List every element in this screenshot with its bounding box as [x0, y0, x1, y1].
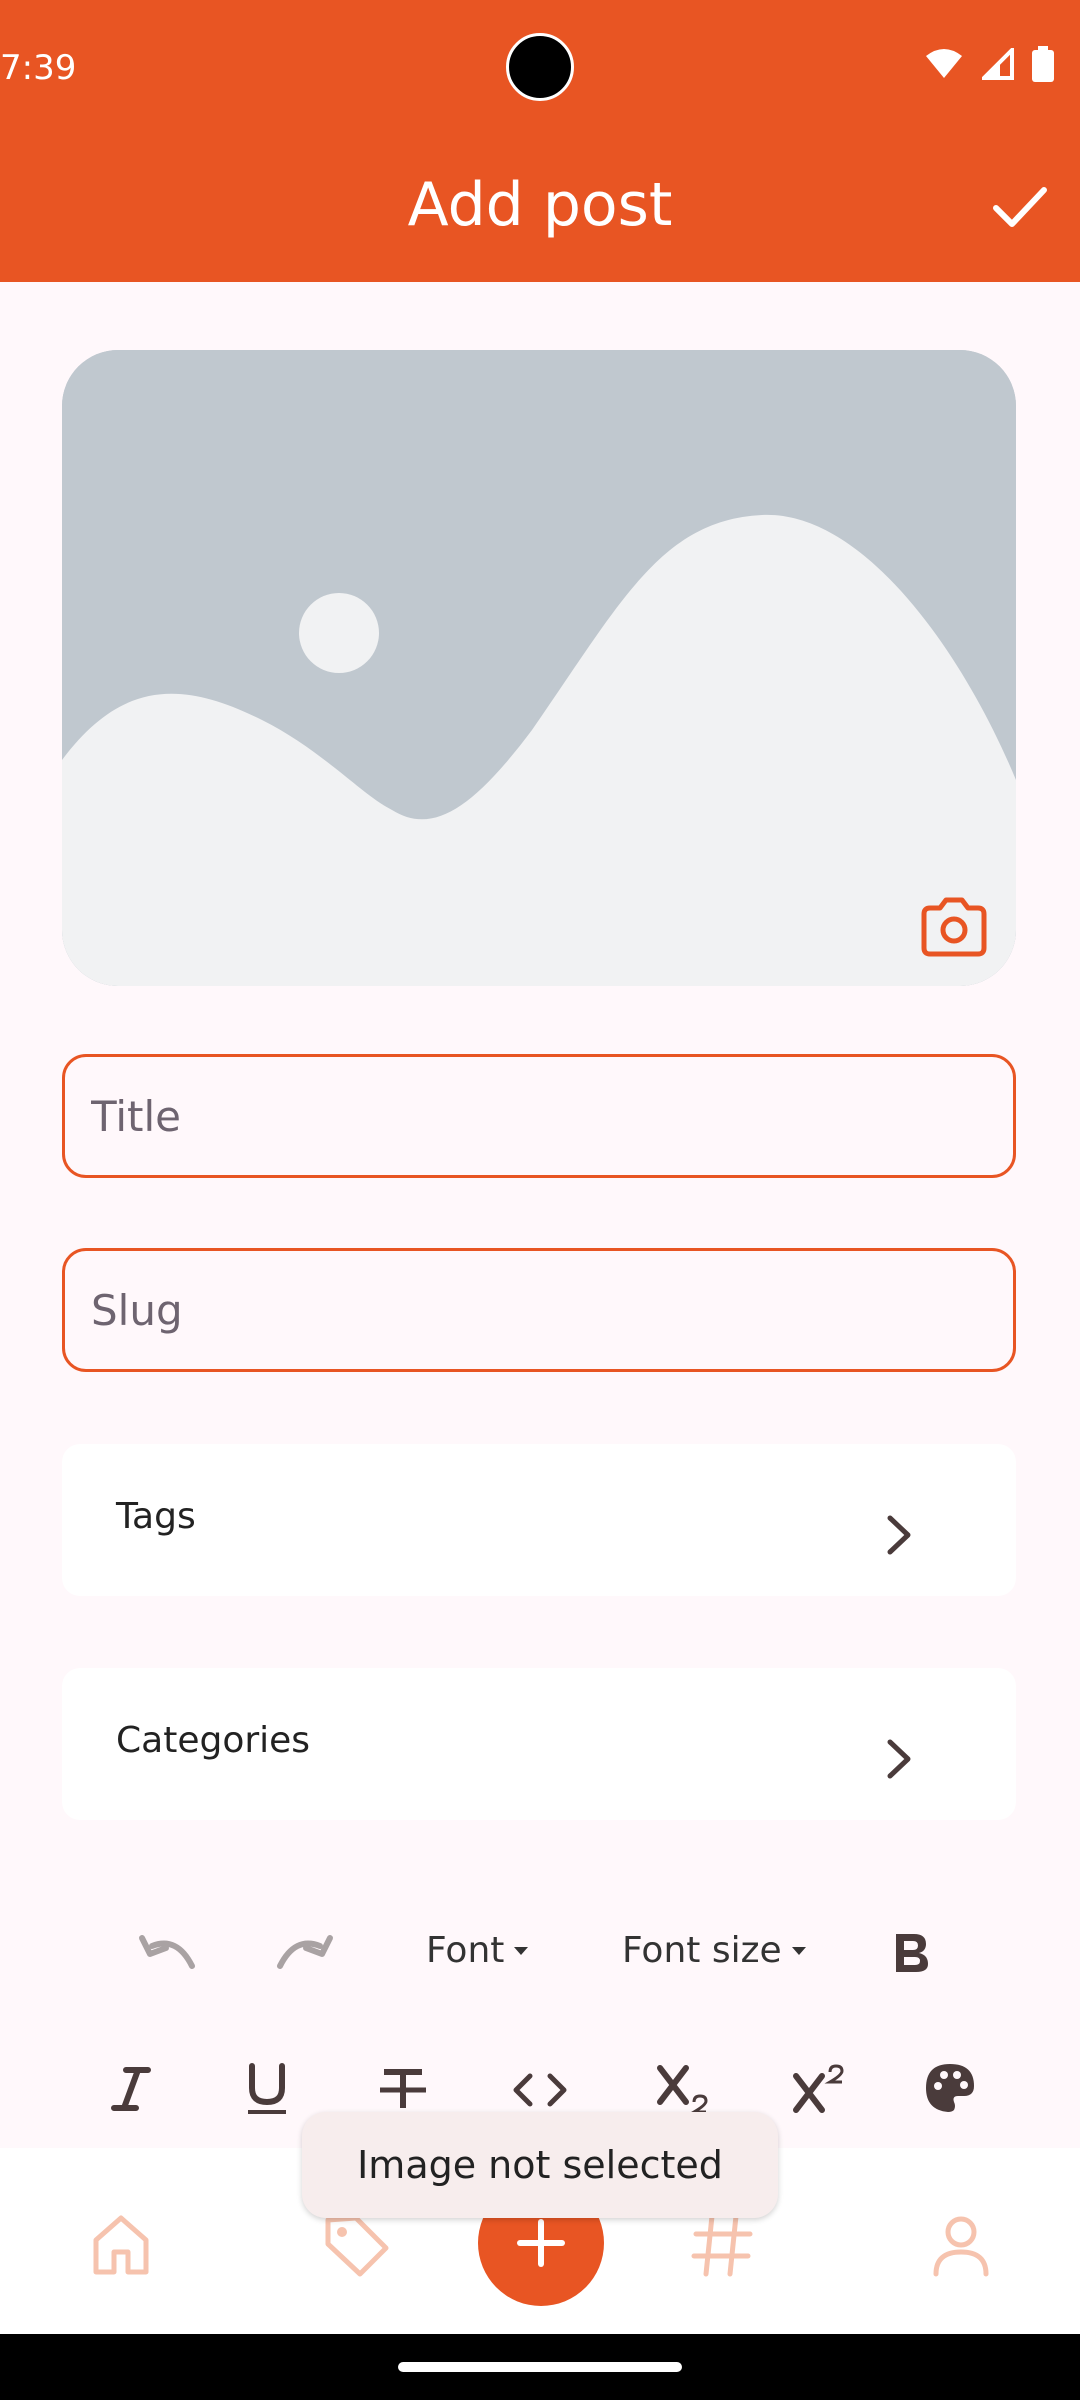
front-camera-cutout	[506, 33, 574, 101]
chevron-right-icon	[887, 1515, 911, 1555]
status-icons	[924, 46, 1054, 82]
bold-icon[interactable]	[888, 1928, 934, 1978]
categories-selector[interactable]: Categories	[62, 1668, 1016, 1820]
signal-icon	[982, 48, 1014, 80]
image-placeholder[interactable]	[62, 350, 1016, 986]
status-time: 7:39	[0, 48, 77, 88]
battery-icon	[1032, 46, 1054, 82]
palette-icon[interactable]	[924, 2062, 976, 2114]
tags-selector[interactable]: Tags	[62, 1444, 1016, 1596]
redo-icon[interactable]	[270, 1928, 340, 1978]
subscript-icon[interactable]	[656, 2062, 710, 2116]
caret-down-icon	[514, 1946, 529, 1955]
page-title: Add post	[407, 170, 673, 240]
tag-icon[interactable]	[322, 2210, 392, 2280]
font-size-dropdown-label: Font size	[622, 1930, 782, 1971]
home-icon[interactable]	[86, 2210, 156, 2280]
font-size-dropdown[interactable]: Font size	[622, 1930, 806, 1971]
tags-label: Tags	[116, 1496, 196, 1537]
categories-label: Categories	[116, 1720, 311, 1761]
code-icon[interactable]	[512, 2068, 568, 2112]
slug-input[interactable]	[65, 1251, 1013, 1369]
person-icon[interactable]	[926, 2210, 996, 2280]
title-input[interactable]	[65, 1057, 1013, 1175]
check-icon[interactable]	[984, 170, 1056, 242]
image-placeholder-illustration	[62, 350, 1016, 986]
snackbar: Image not selected	[302, 2112, 778, 2218]
italic-icon[interactable]	[108, 2064, 154, 2114]
strikethrough-icon[interactable]	[378, 2064, 428, 2114]
undo-icon[interactable]	[132, 1928, 202, 1978]
chevron-right-icon	[887, 1739, 911, 1779]
font-dropdown-label: Font	[426, 1930, 505, 1971]
hashtag-icon[interactable]	[688, 2210, 758, 2280]
title-field[interactable]	[62, 1054, 1016, 1178]
snackbar-message: Image not selected	[357, 2143, 723, 2187]
wifi-icon	[926, 49, 962, 78]
camera-icon[interactable]	[916, 890, 992, 966]
caret-down-icon	[791, 1946, 806, 1955]
font-dropdown[interactable]: Font	[426, 1930, 529, 1971]
superscript-icon[interactable]	[792, 2062, 846, 2116]
slug-field[interactable]	[62, 1248, 1016, 1372]
underline-icon[interactable]	[244, 2062, 290, 2116]
home-gesture-handle[interactable]	[398, 2362, 682, 2372]
